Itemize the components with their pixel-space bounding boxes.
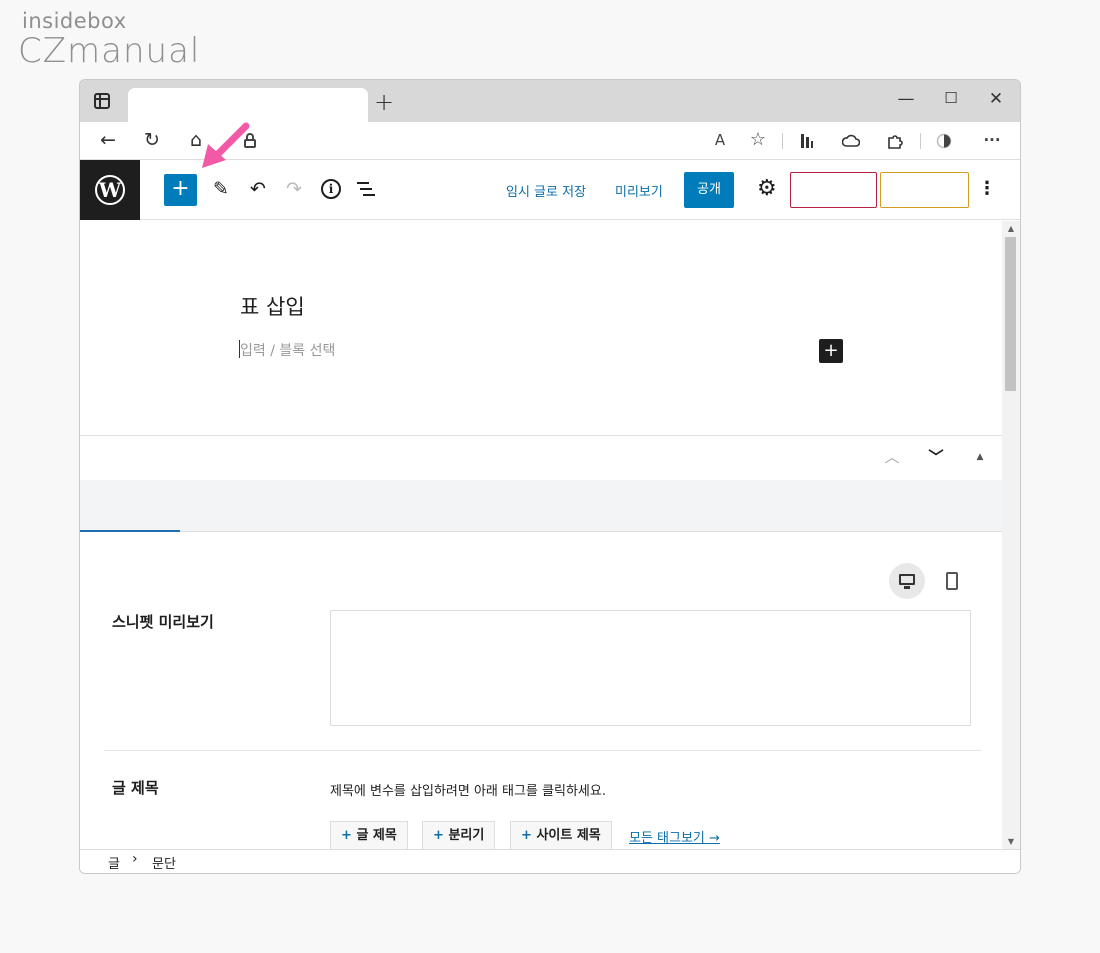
cloud-icon[interactable] bbox=[842, 133, 860, 147]
snippet-preview-box bbox=[330, 610, 971, 726]
snippet-preview-label: 스니펫 미리보기 bbox=[112, 613, 214, 631]
browser-tab[interactable] bbox=[128, 88, 368, 122]
reload-button[interactable]: ↻ bbox=[140, 129, 164, 151]
active-tab-indicator[interactable] bbox=[80, 530, 180, 532]
annotation-arrow-icon bbox=[202, 122, 250, 168]
undo-icon[interactable]: ↶ bbox=[246, 176, 270, 202]
tag-separator-button[interactable]: + 분리기 bbox=[422, 821, 496, 849]
meta-tabs bbox=[80, 480, 1002, 532]
watermark: insidebox CZmanual bbox=[18, 10, 200, 70]
vertical-scrollbar[interactable]: ▲ ▼ bbox=[1002, 221, 1020, 849]
save-draft-button[interactable]: 임시 글로 저장 bbox=[506, 181, 586, 200]
breadcrumb-separator: › bbox=[132, 851, 138, 867]
add-block-button[interactable]: + bbox=[819, 339, 843, 363]
section-divider bbox=[104, 750, 981, 751]
redo-icon[interactable]: ↷ bbox=[282, 176, 306, 202]
desktop-preview-button[interactable] bbox=[889, 563, 925, 599]
list-view-icon[interactable] bbox=[357, 181, 375, 197]
block-breadcrumb: 글 › 문단 bbox=[80, 849, 1020, 873]
toolbar-divider bbox=[782, 133, 783, 149]
publish-button[interactable]: 공개 bbox=[684, 172, 734, 208]
desktop-icon bbox=[899, 574, 915, 585]
post-title[interactable]: 표 삽입 bbox=[240, 291, 305, 321]
view-all-tags-link[interactable]: 모든 태그보기 → bbox=[629, 827, 720, 846]
add-favorite-icon[interactable]: ☆ bbox=[746, 129, 770, 151]
profile-icon[interactable] bbox=[936, 133, 952, 149]
text-cursor bbox=[239, 340, 240, 358]
back-button[interactable]: ← bbox=[96, 129, 120, 151]
meta-divider bbox=[80, 435, 1002, 436]
mobile-preview-icon[interactable] bbox=[946, 572, 958, 590]
breadcrumb-post[interactable]: 글 bbox=[108, 853, 120, 872]
toolbar-divider bbox=[920, 133, 921, 149]
wordpress-logo-icon: W bbox=[95, 175, 125, 205]
read-aloud-icon[interactable]: A bbox=[708, 129, 732, 151]
maximize-button[interactable]: ☐ bbox=[936, 89, 966, 107]
scroll-down-arrow[interactable]: ▼ bbox=[1002, 837, 1020, 846]
block-inserter-button[interactable]: + bbox=[164, 174, 197, 206]
watermark-line1: insidebox bbox=[22, 9, 127, 33]
tab-bar: + — ☐ ✕ bbox=[80, 80, 1020, 122]
tab-actions-icon[interactable] bbox=[94, 93, 110, 109]
collections-icon[interactable] bbox=[800, 133, 814, 149]
settings-gear-icon[interactable]: ⚙ bbox=[757, 176, 777, 202]
extensions-icon[interactable] bbox=[886, 132, 904, 150]
wordpress-logo[interactable]: W bbox=[80, 160, 140, 220]
tools-pencil-icon[interactable]: ✎ bbox=[209, 176, 233, 202]
browser-window: + — ☐ ✕ ← ↻ ⌂ A ☆ ··· W + ✎ ↶ ↷ i 임시 글로 … bbox=[79, 79, 1021, 874]
minimize-button[interactable]: — bbox=[891, 89, 921, 109]
details-info-icon[interactable]: i bbox=[321, 179, 341, 199]
post-title-label: 글 제목 bbox=[112, 779, 159, 797]
block-placeholder[interactable]: 입력 / 블록 선택 bbox=[240, 340, 335, 360]
move-up-icon[interactable]: ︿ bbox=[880, 447, 904, 467]
new-tab-button[interactable]: + bbox=[374, 90, 394, 114]
watermark-line2: CZmanual bbox=[18, 31, 201, 71]
plugin-button-amber[interactable] bbox=[880, 172, 969, 208]
more-menu-icon[interactable]: ··· bbox=[980, 129, 1004, 151]
scrollbar-thumb[interactable] bbox=[1005, 237, 1016, 391]
editor-canvas: 표 삽입 입력 / 블록 선택 + ︿ ﹀ ▲ 스니펫 미리보기 글 제목 제목… bbox=[80, 221, 1002, 849]
tag-site-title-button[interactable]: + 사이트 제목 bbox=[510, 821, 612, 849]
plugin-button-red[interactable] bbox=[790, 172, 877, 208]
help-text: 제목에 변수를 삽입하려면 아래 태그를 클릭하세요. bbox=[330, 784, 606, 799]
tag-post-title-button[interactable]: + 글 제목 bbox=[330, 821, 408, 849]
close-button[interactable]: ✕ bbox=[981, 89, 1011, 109]
options-menu-icon[interactable]: ⋮ bbox=[978, 177, 996, 201]
preview-button[interactable]: 미리보기 bbox=[615, 181, 663, 200]
scroll-up-arrow[interactable]: ▲ bbox=[1002, 224, 1020, 233]
toggle-panel-icon[interactable]: ▲ bbox=[968, 447, 992, 467]
breadcrumb-paragraph[interactable]: 문단 bbox=[152, 853, 176, 872]
move-down-icon[interactable]: ﹀ bbox=[924, 447, 948, 467]
